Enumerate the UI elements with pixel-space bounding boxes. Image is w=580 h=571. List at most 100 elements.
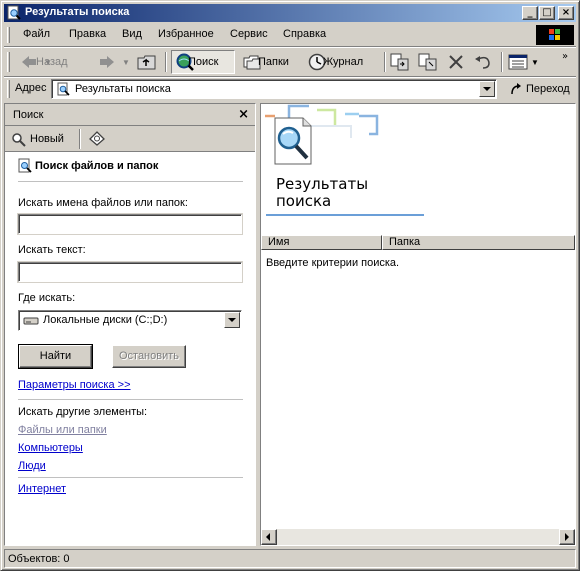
banner-line-2: поиска [276, 192, 332, 210]
stop-button[interactable]: Остановить [112, 345, 186, 368]
new-search-icon [12, 133, 26, 147]
empty-results-message: Введите критерии поиска. [266, 257, 400, 269]
up-folder-button[interactable] [136, 50, 158, 74]
containing-text-input[interactable] [17, 261, 243, 283]
menu-tools[interactable]: Сервис [230, 28, 268, 40]
folders-label: Папки [258, 56, 289, 68]
history-label: Журнал [323, 56, 364, 68]
menu-edit[interactable]: Правка [69, 28, 106, 40]
move-to-icon [390, 53, 409, 71]
maximize-button[interactable]: □ [539, 6, 555, 20]
search-pane-body: Поиск файлов и папок Искать имена файлов… [5, 152, 255, 545]
close-button[interactable]: × [558, 6, 574, 20]
toolbar-separator [384, 52, 386, 72]
go-button[interactable]: Переход [509, 80, 570, 98]
find-files-title: Поиск файлов и папок [35, 160, 159, 172]
search-pane-toolbar: Новый [5, 126, 255, 152]
menu-help[interactable]: Справка [283, 28, 326, 40]
look-in-value: Локальные диски (C:;D:) [43, 314, 168, 326]
local-drives-icon [23, 317, 39, 325]
window-title: Результаты поиска [25, 6, 130, 18]
copy-to-button[interactable] [417, 50, 439, 74]
new-search-label: Новый [30, 133, 64, 145]
results-column-headers: Имя Папка [261, 235, 575, 250]
file-names-input[interactable] [17, 213, 243, 235]
go-arrow-icon [511, 83, 521, 95]
search-assistant-button[interactable] [88, 130, 106, 149]
menu-bar: Файл Правка Вид Избранное Сервис Справка [4, 24, 576, 46]
results-banner-title: Результаты поиска [276, 176, 368, 210]
address-input[interactable]: Результаты поиска [51, 79, 497, 99]
address-value: Результаты поиска [75, 83, 171, 95]
back-label: Назад [36, 56, 68, 68]
results-pane: Результаты поиска Имя Папка Введите крит… [260, 103, 576, 546]
horizontal-scrollbar[interactable] [261, 529, 575, 545]
column-name[interactable]: Имя [261, 235, 382, 250]
views-icon [508, 54, 528, 70]
search-pane: Поиск × Новый Поиск файлов и папок Искат… [4, 103, 256, 546]
toolbar-chevron-icon[interactable]: » [562, 51, 568, 62]
search-results-banner-graphic [265, 104, 379, 165]
find-now-button[interactable]: Найти [18, 344, 93, 369]
address-dropdown-button[interactable] [479, 81, 495, 97]
banner-underline [266, 214, 424, 216]
computers-link[interactable]: Компьютеры [18, 442, 83, 454]
status-bar: Объектов: 0 [4, 549, 576, 568]
close-pane-icon[interactable]: × [238, 107, 249, 122]
scroll-right-button[interactable] [559, 529, 575, 545]
other-items-label: Искать другие элементы: [18, 406, 148, 418]
look-in-label: Где искать: [18, 292, 76, 304]
status-text: Объектов: 0 [8, 553, 70, 565]
title-divider [18, 181, 243, 182]
files-or-folders-link[interactable]: Файлы или папки [18, 424, 107, 436]
move-to-button[interactable] [389, 50, 411, 74]
standard-toolbar: Назад ▼ ▼ Поиск Папки Журнал ▼ » [4, 48, 576, 76]
names-label: Искать имена файлов или папок: [18, 197, 188, 209]
look-in-select[interactable]: Локальные диски (C:;D:) [18, 310, 242, 331]
other-divider [18, 477, 243, 478]
address-grip[interactable] [7, 80, 10, 98]
scroll-left-button[interactable] [261, 529, 277, 545]
menu-grip[interactable] [7, 27, 10, 43]
delete-x-icon [449, 55, 463, 69]
scroll-right-icon [565, 533, 569, 541]
address-bar: Адрес Результаты поиска Переход [4, 78, 576, 100]
search-label: Поиск [188, 56, 219, 68]
search-options-link[interactable]: Параметры поиска >> [18, 379, 131, 391]
history-button[interactable]: Журнал [307, 50, 363, 74]
minimize-button[interactable]: _ [522, 6, 538, 20]
pane-tool-separator [79, 129, 81, 149]
views-button[interactable]: ▼ [507, 50, 539, 74]
banner-line-1: Результаты [276, 175, 369, 193]
folders-button[interactable]: Папки [242, 50, 289, 74]
toolbar-grip[interactable] [7, 52, 10, 72]
column-folder[interactable]: Папка [382, 235, 575, 250]
toolbar-separator [165, 52, 167, 72]
forward-dropdown-icon[interactable]: ▼ [122, 58, 130, 67]
people-link[interactable]: Люди [18, 460, 46, 472]
scroll-left-icon [266, 533, 270, 541]
new-search-button[interactable]: Новый [11, 130, 64, 148]
find-files-icon [18, 158, 32, 173]
menu-favorites[interactable]: Избранное [158, 28, 214, 40]
explorer-window: Результаты поиска _ □ × Файл Правка Вид … [0, 0, 580, 571]
status-cell: Объектов: 0 [4, 549, 576, 568]
back-button[interactable]: Назад ▼ [20, 50, 68, 74]
search-button[interactable]: Поиск [171, 50, 235, 74]
views-dropdown-icon[interactable]: ▼ [531, 58, 539, 67]
forward-button[interactable]: ▼ [98, 50, 130, 74]
search-results-icon [57, 82, 70, 96]
internet-link[interactable]: Интернет [18, 483, 66, 495]
menu-view[interactable]: Вид [122, 28, 142, 40]
menu-file[interactable]: Файл [23, 28, 50, 40]
delete-button[interactable] [446, 50, 466, 74]
undo-button[interactable] [472, 50, 494, 74]
look-in-dropdown-button[interactable] [224, 312, 240, 328]
up-folder-icon [137, 55, 156, 70]
undo-icon [475, 56, 490, 69]
search-pane-header: Поиск × [5, 104, 255, 126]
text-label: Искать текст: [18, 244, 86, 256]
title-bar[interactable]: Результаты поиска _ □ × [4, 4, 576, 22]
go-label: Переход [526, 83, 570, 95]
copy-to-icon [418, 53, 437, 71]
